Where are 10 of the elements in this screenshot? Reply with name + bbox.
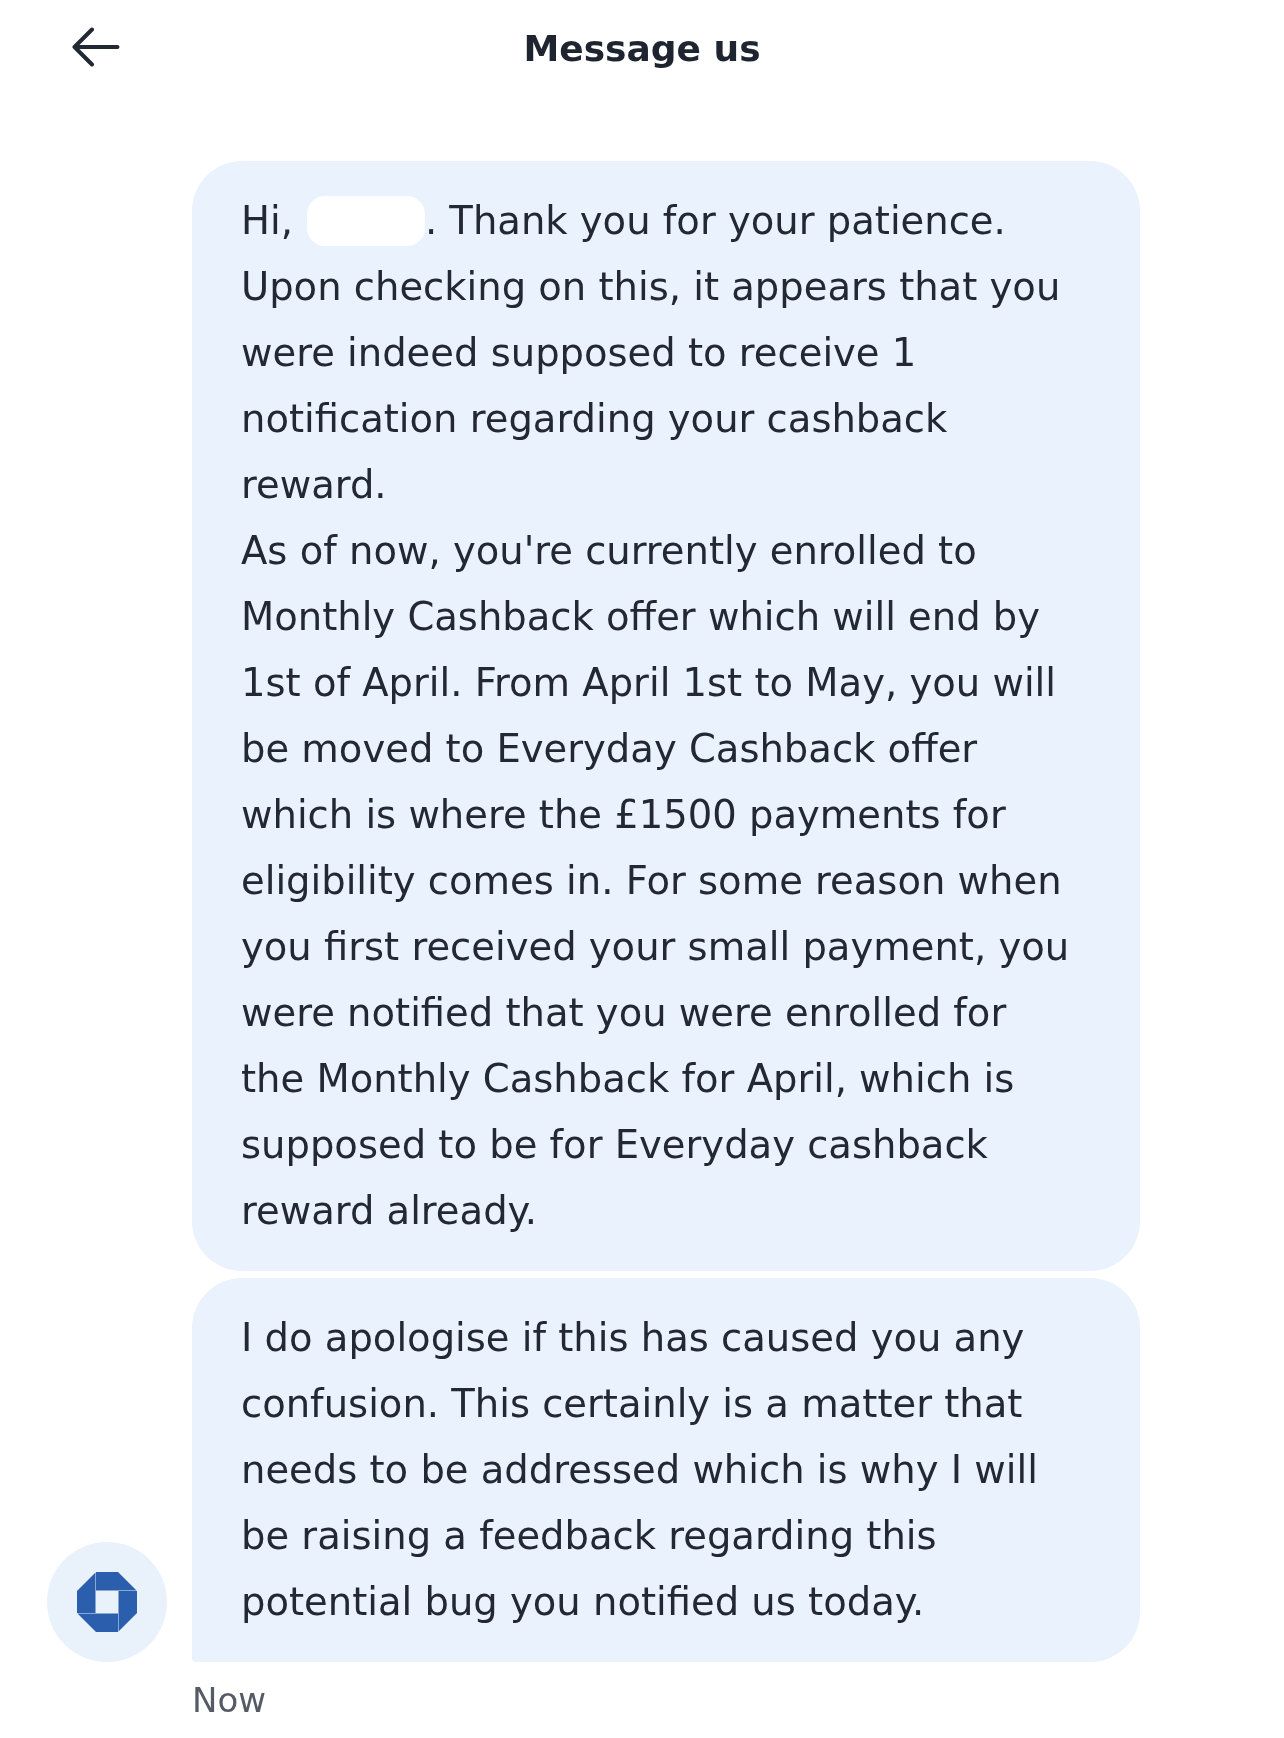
page-title: Message us [523,27,761,71]
octagon-logo-icon [47,1542,167,1662]
greeting-text: . Thank you for your patience. [424,197,1006,245]
back-arrow-icon [71,27,120,67]
message-text: I do apologise if this has caused you any confusion. This certainly is a matter that needs to be addressed which is why I will be raising a feedback regarding this potential bug you notified us today. [241,1314,1039,1626]
message-text: Upon checking on this, it appears that you were indeed supposed to receive 1 notification regarding your cashback reward. [241,263,1062,509]
timestamp: Now [192,1680,267,1720]
back-button[interactable] [71,27,120,67]
message-text: As of now, you're currently enrolled to Monthly Cashback offer which will end by 1st of April. From April 1st to May, you will be moved to Everyday Cashback offer which is where the £1500 payments for eligibility comes in. For some reason when you first received your small payment, you were notified that you were enrolled for the Monthly Cashback for April, which is supposed to be for Everyday cashback reward already. [241,527,1071,1235]
greeting-text: Hi, [241,197,293,245]
